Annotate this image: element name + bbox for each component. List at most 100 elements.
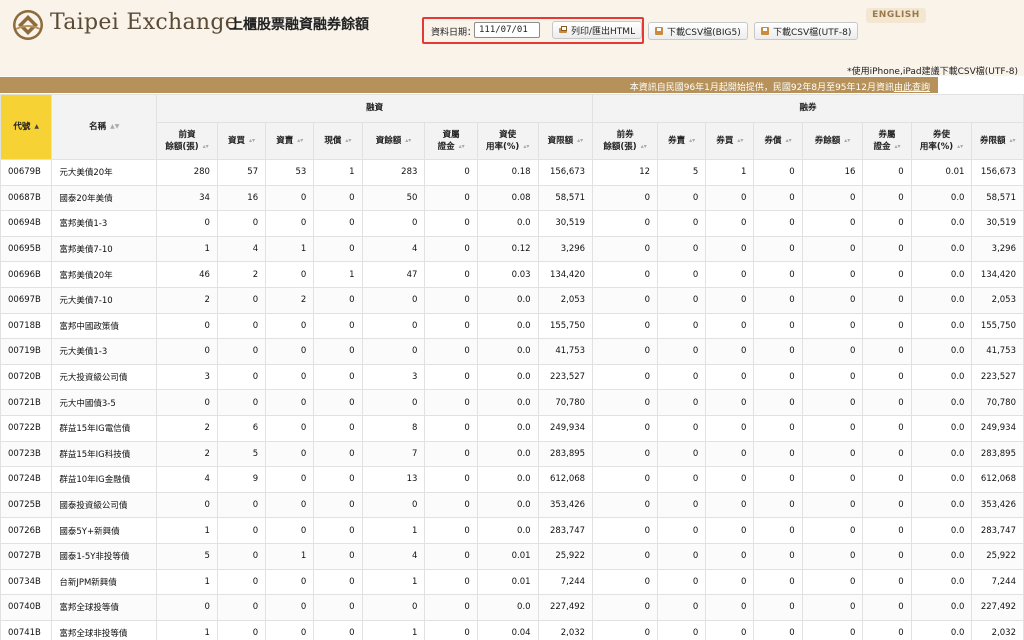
table-cell: 0	[657, 594, 707, 621]
table-cell: 0	[753, 159, 803, 186]
table-cell: 0	[657, 389, 707, 416]
table-cell: 0	[216, 389, 267, 416]
table-cell: 0	[753, 312, 803, 340]
stock-name-cell: 富邦全球投等債	[51, 594, 158, 621]
column-header[interactable]: 資餘額 ▴▾	[361, 122, 426, 160]
table-cell: 0	[361, 491, 426, 519]
column-header[interactable]: 券餘額 ▴▾	[801, 122, 864, 160]
table-row: 00694B 富邦美債1-3 0 0 0 0 0 0 0.0 30,519 0 0 0 0 0 0 0.0 30,…	[0, 210, 1024, 237]
column-header[interactable]: 券買 ▴▾	[705, 122, 755, 160]
column-header[interactable]: 資買 ▴▾	[216, 122, 267, 160]
table-cell: 0.0	[910, 389, 973, 416]
column-header[interactable]: 前資 餘額(張) ▴▾	[156, 122, 218, 160]
column-header[interactable]: 資屬 證金 ▴▾	[424, 122, 478, 160]
table-cell: 0	[657, 619, 707, 640]
print-html-button[interactable]: 列印/匯出HTML	[552, 21, 643, 39]
table-cell: 0	[657, 286, 707, 314]
disk-icon	[761, 27, 769, 35]
table-cell: 0.0	[910, 210, 973, 237]
sort-icon: ▴▾	[405, 137, 412, 144]
table-cell: 4	[361, 235, 426, 263]
code-column-header[interactable]: 代號 ▲	[0, 94, 53, 160]
table-cell: 25,922	[537, 542, 594, 570]
table-cell: 0	[592, 338, 659, 365]
column-header-label: 前資 餘額(張)	[165, 129, 199, 152]
table-cell: 1	[156, 568, 218, 596]
table-cell: 0	[705, 312, 755, 340]
table-cell: 0	[801, 286, 864, 314]
sort-icon: ▲▼	[110, 123, 120, 130]
table-cell: 0	[156, 338, 218, 365]
table-cell: 0	[862, 363, 912, 391]
table-cell: 0	[313, 312, 363, 340]
table-cell: 0	[801, 184, 864, 212]
table-cell: 0	[216, 338, 267, 365]
table-cell: 0	[753, 440, 803, 468]
table-cell: 0	[265, 363, 315, 391]
name-column-header[interactable]: 名稱 ▲▼	[51, 94, 158, 160]
table-cell: 16	[216, 184, 267, 212]
table-cell: 0	[753, 542, 803, 570]
column-header[interactable]: 資賣 ▴▾	[265, 122, 315, 160]
column-header[interactable]: 券償 ▴▾	[753, 122, 803, 160]
table-cell: 0	[753, 363, 803, 391]
table-cell: 0	[313, 414, 363, 442]
table-cell: 7,244	[537, 568, 594, 596]
table-cell: 0	[313, 363, 363, 391]
table-cell: 25,922	[971, 542, 1024, 570]
column-header[interactable]: 現償 ▴▾	[313, 122, 363, 160]
column-header[interactable]: 券限額 ▴▾	[971, 122, 1024, 160]
table-cell: 0.08	[476, 184, 539, 212]
column-header[interactable]: 資使 用率(%) ▴▾	[476, 122, 539, 160]
history-query-link[interactable]: 由此查詢	[894, 83, 930, 93]
column-header[interactable]: 券使 用率(%) ▴▾	[910, 122, 973, 160]
stock-name-cell: 國泰1-5Y非投等債	[51, 542, 158, 570]
table-cell: 0	[265, 440, 315, 468]
table-cell: 0	[424, 414, 478, 442]
table-cell: 0	[313, 184, 363, 212]
table-cell: 0	[705, 440, 755, 468]
table-cell: 0	[361, 389, 426, 416]
column-header[interactable]: 券賣 ▴▾	[657, 122, 707, 160]
table-cell: 0	[705, 363, 755, 391]
column-header-label: 券使 用率(%)	[919, 129, 954, 152]
table-cell: 0	[592, 261, 659, 288]
table-cell: 0	[592, 235, 659, 263]
table-cell: 0.0	[910, 184, 973, 212]
stock-name-cell: 元大投資級公司債	[51, 363, 158, 391]
table-cell: 0	[705, 338, 755, 365]
column-header-label: 券限額	[979, 136, 1006, 146]
table-cell: 0	[753, 389, 803, 416]
table-cell: 0	[313, 286, 363, 314]
stock-code-cell: 00718B	[0, 312, 53, 340]
table-cell: 7	[361, 440, 426, 468]
table-cell: 70,780	[537, 389, 594, 416]
table-cell: 0	[216, 619, 267, 640]
column-header[interactable]: 券屬 證金 ▴▾	[862, 122, 912, 160]
column-header-label: 券買	[716, 136, 734, 146]
download-csv-utf8-button[interactable]: 下載CSV檔(UTF-8)	[754, 22, 859, 40]
table-cell: 0	[657, 363, 707, 391]
table-cell: 0	[216, 210, 267, 237]
data-table-container[interactable]: 代號 ▲ 名稱 ▲▼ 融資 融券 前資 餘額(張) ▴▾ 資買 ▴▾ 資賣 ▴▾ 現償 ▴▾ 資餘額…	[0, 94, 1024, 640]
table-cell: 0	[156, 389, 218, 416]
table-row: 00719B 元大美債1-3 0 0 0 0 0 0 0.0 41,753 0 0 0 0 0 0 0.0 41,…	[0, 338, 1024, 365]
table-cell: 0	[753, 338, 803, 365]
table-cell: 0	[753, 184, 803, 212]
column-header[interactable]: 前券 餘額(張) ▴▾	[592, 122, 659, 160]
table-cell: 12	[592, 159, 659, 186]
table-cell: 2	[216, 261, 267, 288]
date-input[interactable]	[474, 22, 540, 38]
table-cell: 0.04	[476, 619, 539, 640]
english-button[interactable]: ENGLISH	[866, 8, 926, 23]
column-header[interactable]: 資限額 ▴▾	[537, 122, 594, 160]
table-cell: 0	[705, 568, 755, 596]
stock-name-cell: 元大美債20年	[51, 159, 158, 186]
table-cell: 0	[216, 363, 267, 391]
table-cell: 0	[265, 568, 315, 596]
download-csv-big5-button[interactable]: 下載CSV檔(BIG5)	[648, 22, 748, 40]
taipei-exchange-logo[interactable]	[12, 9, 44, 41]
sort-icon: ▴▾	[577, 137, 584, 144]
stock-name-cell: 國泰投資級公司債	[51, 491, 158, 519]
table-cell: 0.0	[476, 466, 539, 493]
